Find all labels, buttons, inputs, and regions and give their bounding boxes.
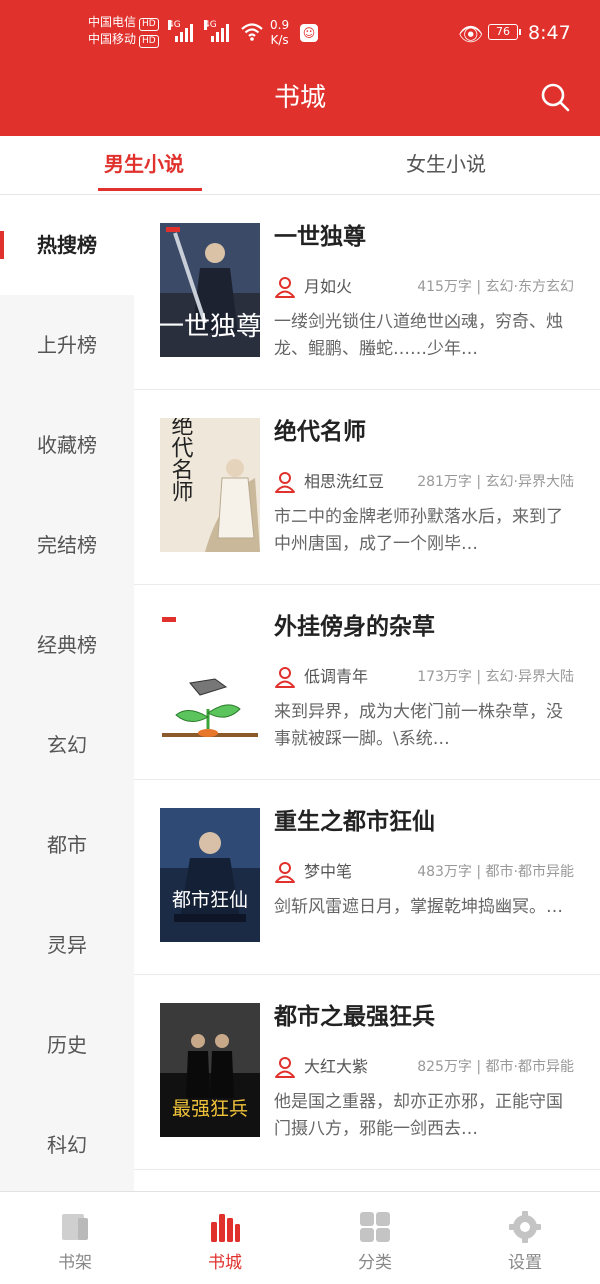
book-cover[interactable]: 都市狂仙 [160,808,260,942]
nav-bookshelf[interactable]: 书架 [0,1192,150,1284]
book-title[interactable]: 都市之最强狂兵 [274,1001,435,1033]
book-item[interactable]: 最强狂兵 都市之最强狂兵 大红大紫 825万字 | 都市·都市异能 他是国之重器… [134,975,600,1170]
book-item[interactable]: 绝代名师 绝代名师 相思洗红豆 281万字 | 玄幻·异界大陆 市二中的金牌老师… [134,390,600,585]
network-type: 4G [168,20,181,30]
book-item[interactable]: 一世独尊 一世独尊 月如火 415万字 | 玄幻·东方玄幻 一缕剑光锁住八道绝世… [134,195,600,390]
page-title: 书城 [273,83,326,113]
category-icon [360,1212,390,1242]
sidebar-item-completed[interactable]: 完结榜 [0,495,134,595]
tab-male-novels[interactable]: 男生小说 [104,150,184,178]
search-icon[interactable] [540,82,570,112]
book-title[interactable]: 绝代名师 [274,416,366,448]
book-meta: 梦中笔 483万字 | 都市·都市异能 [274,860,574,884]
battery-icon: 76 [488,24,521,40]
battery-level: 76 [496,25,510,38]
app-header: 中国电信 HD 中国移动 HD 4G 4G 0.9 K/s ☺ 👁 76 8:47 … [0,0,600,136]
sidebar-item-supernatural[interactable]: 灵异 [0,895,134,995]
book-tags: 483万字 | 都市·都市异能 [417,864,574,880]
nav-category[interactable]: 分类 [300,1192,450,1284]
book-title[interactable]: 一世独尊 [274,221,366,253]
author-icon [275,277,295,298]
hd-badge: HD [139,35,159,48]
carrier-2: 中国移动 [88,32,137,46]
book-item[interactable]: 外挂傍身的杂草 低调青年 173万字 | 玄幻·异界大陆 来到异界，成为大佬门前… [134,585,600,780]
cover-title: 最强狂兵 [172,1098,248,1120]
status-bar: 中国电信 HD 中国移动 HD 4G 4G 0.9 K/s ☺ 👁 76 8:47 [0,0,600,62]
sidebar-item-hot-search[interactable]: 热搜榜 [0,195,134,295]
book-cover[interactable]: 绝代名师 [160,418,260,552]
cover-title: 都市狂仙 [172,889,248,911]
bookshelf-icon [62,1214,88,1240]
author-icon [275,667,295,688]
sidebar-item-favorites[interactable]: 收藏榜 [0,395,134,495]
active-tab-indicator [98,188,202,191]
network-speed: 0.9 K/s [270,18,290,47]
author-icon [275,1057,295,1078]
settings-icon [509,1211,541,1243]
sidebar-item-history[interactable]: 历史 [0,995,134,1095]
cover-title: 绝代名师 [168,418,194,502]
book-author: 大红大紫 [304,1057,369,1076]
book-author: 月如火 [304,277,353,296]
hd-badge: HD [139,18,159,31]
sidebar-item-classic[interactable]: 经典榜 [0,595,134,695]
book-meta: 相思洗红豆 281万字 | 玄幻·异界大陆 [274,470,574,494]
nav-label: 分类 [358,1253,392,1273]
book-description: 一缕剑光锁住八道绝世凶魂，穷奇、烛龙、鲲鹏、螣蛇……少年… [274,312,563,359]
book-cover[interactable]: 最强狂兵 [160,1003,260,1137]
book-cover[interactable]: 一世独尊 [160,223,260,357]
clock: 8:47 [528,22,571,44]
book-tags: 415万字 | 玄幻·东方玄幻 [417,279,574,295]
wifi-icon [241,23,263,41]
signal-icon: 4G [204,20,229,42]
network-type: 4G [204,20,217,30]
carrier-1: 中国电信 [88,15,137,29]
author-icon [275,862,295,883]
book-author: 低调青年 [304,667,369,686]
book-meta: 低调青年 173万字 | 玄幻·异界大陆 [274,665,574,689]
nav-label: 书架 [58,1253,92,1273]
book-description: 他是国之重器，却亦正亦邪，正能守国门摄八方，邪能一剑西去… [274,1092,563,1139]
bookstore-icon [211,1214,240,1242]
sidebar-item-rising[interactable]: 上升榜 [0,295,134,395]
nav-label: 设置 [508,1253,542,1273]
book-author: 梦中笔 [304,862,353,881]
book-title[interactable]: 重生之都市狂仙 [274,806,435,838]
sidebar-item-urban[interactable]: 都市 [0,795,134,895]
ranking-sidebar: 热搜榜 上升榜 收藏榜 完结榜 经典榜 玄幻 都市 灵异 历史 科幻 [0,195,134,1191]
book-description: 市二中的金牌老师孙默落水后，来到了中州唐国，成了一个刚毕… [274,507,563,554]
nav-settings[interactable]: 设置 [450,1192,600,1284]
gender-tabs: 男生小说 女生小说 [0,136,600,195]
sidebar-item-fantasy[interactable]: 玄幻 [0,695,134,795]
nav-bookstore[interactable]: 书城 [150,1192,300,1284]
book-title[interactable]: 外挂傍身的杂草 [274,611,435,643]
book-author: 相思洗红豆 [304,472,385,491]
book-tags: 825万字 | 都市·都市异能 [417,1059,574,1075]
book-meta: 月如火 415万字 | 玄幻·东方玄幻 [274,275,574,299]
book-tags: 281万字 | 玄幻·异界大陆 [417,474,574,490]
book-tags: 173万字 | 玄幻·异界大陆 [417,669,574,685]
book-description: 来到异界，成为大佬门前一株杂草，没事就被踩一脚。\系统… [274,702,563,749]
notification-app-icon: ☺ [300,24,318,42]
tab-female-novels[interactable]: 女生小说 [406,150,486,178]
book-item[interactable]: 都市狂仙 重生之都市狂仙 梦中笔 483万字 | 都市·都市异能 剑斩风雷遮日月… [134,780,600,975]
book-description: 剑斩风雷遮日月，掌握乾坤捣幽冥。… [274,897,563,917]
bottom-navigation: 书架 书城 分类 设置 [0,1191,600,1284]
cover-title: 一世独尊 [160,312,260,342]
sidebar-item-scifi[interactable]: 科幻 [0,1095,134,1195]
nav-label: 书城 [208,1253,242,1273]
eye-comfort-icon: 👁 [458,22,484,46]
book-meta: 大红大紫 825万字 | 都市·都市异能 [274,1055,574,1079]
book-cover[interactable] [160,613,260,747]
signal-icon: 4G [168,20,193,42]
author-icon [275,472,295,493]
carrier-info: 中国电信 HD 中国移动 HD [88,14,159,48]
